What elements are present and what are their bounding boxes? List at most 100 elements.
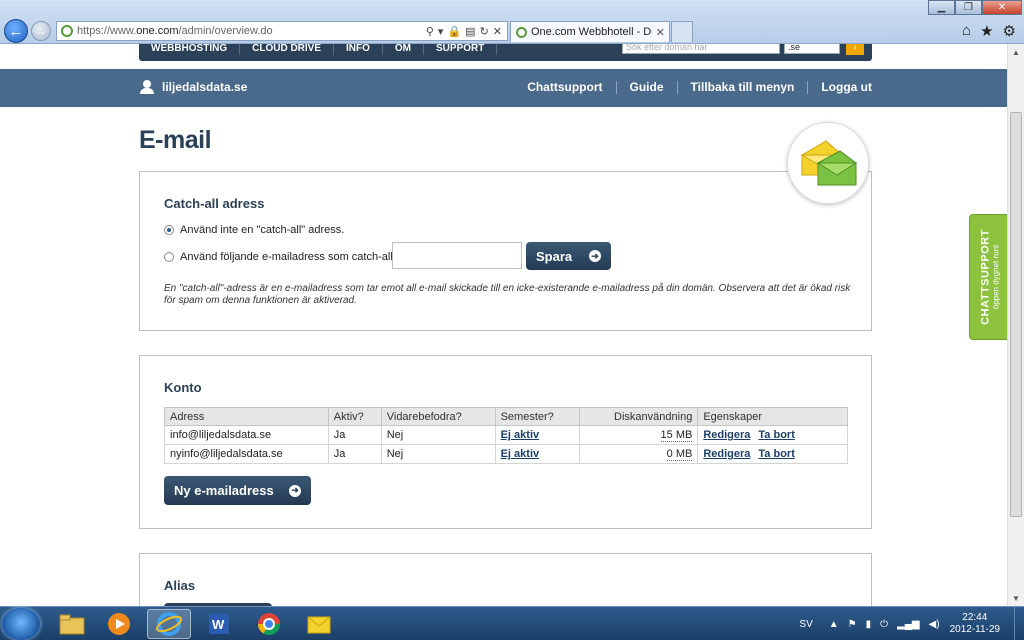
page-viewport: WEBBHOSTING CLOUD DRIVE INFO OM SUPPORT … — [0, 44, 1007, 606]
vacation-link[interactable]: Ej aktiv — [501, 429, 540, 441]
show-hidden-icons-icon[interactable]: ▲ — [829, 619, 839, 630]
device-icon[interactable]: ▮ — [866, 619, 872, 630]
cell-active: Ja — [327, 444, 382, 464]
language-indicator[interactable]: SV — [799, 619, 812, 630]
chrome-icon[interactable] — [247, 609, 291, 639]
link-logout[interactable]: Logga ut — [807, 81, 872, 94]
tld-select[interactable]: .se — [784, 44, 840, 54]
flag-icon[interactable]: ⚑ — [848, 619, 857, 630]
accounts-panel: Konto Adress Aktiv? Vidarebefodra? Semes… — [139, 355, 872, 529]
cell-properties: Redigera Ta bort — [697, 425, 848, 445]
forward-arrow-icon[interactable]: → — [31, 21, 51, 41]
power-icon[interactable]: ⏻ — [880, 619, 888, 630]
svg-text:W: W — [212, 617, 225, 632]
scroll-down-icon[interactable]: ▼ — [1008, 590, 1024, 606]
catchall-option-off[interactable]: Använd inte en "catch-all" adress. — [164, 224, 344, 236]
delete-link[interactable]: Ta bort — [758, 429, 794, 441]
volume-icon[interactable]: ◀) — [929, 619, 940, 630]
user-links: Chattsupport Guide Tillbaka till menyn L… — [514, 81, 872, 94]
account-domain[interactable]: liljedalsdata.se — [140, 80, 247, 94]
nav-om[interactable]: OM — [383, 44, 425, 55]
edit-link[interactable]: Redigera — [703, 448, 750, 460]
address-tools: ⚲ ▾ 🔒 ▤ ↻ ✕ — [426, 25, 502, 38]
search-go-button[interactable]: › — [846, 44, 864, 55]
maximize-button[interactable]: ❐ — [955, 0, 982, 15]
network-icon[interactable]: ▂▄▆ — [897, 619, 919, 630]
dropdown-icon[interactable]: ▾ — [438, 25, 444, 38]
site-favicon-icon — [61, 25, 73, 37]
stop-icon[interactable]: ✕ — [493, 25, 502, 38]
address-url[interactable]: https://www.one.com/admin/overview.do — [77, 25, 426, 37]
scroll-up-icon[interactable]: ▲ — [1008, 44, 1024, 60]
alias-panel: Alias — [139, 553, 872, 606]
back-arrow-icon[interactable]: ← — [4, 19, 28, 43]
internet-explorer-icon[interactable] — [147, 609, 191, 639]
page-title: E-mail — [139, 126, 212, 154]
show-desktop-button[interactable] — [1014, 607, 1024, 640]
catchall-address-input[interactable] — [392, 242, 522, 269]
new-email-button[interactable]: Ny e-mailadress ➜ — [164, 476, 311, 505]
search-icon[interactable]: ⚲ — [426, 25, 434, 38]
catchall-on-radio[interactable] — [164, 252, 174, 262]
col-address: Adress — [164, 407, 329, 426]
edit-link[interactable]: Redigera — [703, 429, 750, 441]
clock-time: 22:44 — [962, 612, 988, 623]
cell-disk-usage: 15 MB — [579, 425, 699, 445]
gear-icon[interactable]: ⚙ — [1003, 22, 1016, 40]
nav-info[interactable]: INFO — [334, 44, 383, 55]
window-controls: ▁ ❐ ✕ — [928, 0, 1022, 15]
browser-tab[interactable]: One.com Webbhotell - Do... ✕ — [510, 21, 670, 42]
tab-favicon-icon — [516, 26, 527, 38]
clock[interactable]: 22:44 2012-11-29 — [950, 612, 1000, 636]
col-forward: Vidarebefodra? — [380, 407, 496, 426]
catchall-option-on[interactable]: Använd följande e-mailadress som catch-a… — [164, 251, 393, 263]
close-window-button[interactable]: ✕ — [982, 0, 1022, 15]
mail-app-icon[interactable] — [297, 609, 341, 639]
delete-link[interactable]: Ta bort — [758, 448, 794, 460]
link-guide[interactable]: Guide — [615, 81, 677, 94]
favorites-star-icon[interactable]: ★ — [980, 22, 993, 40]
address-bar[interactable]: https://www.one.com/admin/overview.do ⚲ … — [56, 21, 508, 41]
word-icon[interactable]: W — [197, 609, 241, 639]
cell-vacation: Ej aktiv — [494, 444, 581, 464]
browser-tools: ⌂ ★ ⚙ — [962, 22, 1016, 40]
lock-icon[interactable]: 🔒 — [447, 25, 461, 38]
vertical-scrollbar[interactable]: ▲ ▼ — [1007, 44, 1024, 606]
home-icon[interactable]: ⌂ — [962, 22, 971, 40]
domain-search-input[interactable]: Sök efter domän här — [622, 44, 780, 54]
explorer-folder-icon[interactable] — [50, 609, 94, 639]
chat-support-tab[interactable]: CHATTSUPPORT öppen dygnet runt — [969, 214, 1007, 340]
windows-taskbar: W SV ▲ ⚑ ▮ ⏻ ▂▄▆ ◀) 22:44 2012-11-29 — [0, 606, 1024, 640]
col-properties: Egenskaper — [697, 407, 848, 426]
nav-cloud-drive[interactable]: CLOUD DRIVE — [240, 44, 335, 55]
col-vacation: Semester? — [494, 407, 581, 426]
arrow-right-icon: ➜ — [589, 250, 601, 262]
vacation-link[interactable]: Ej aktiv — [501, 448, 540, 460]
new-tab-button[interactable] — [671, 21, 693, 42]
link-back-to-menu[interactable]: Tillbaka till menyn — [676, 81, 808, 94]
save-button[interactable]: Spara ➜ — [526, 242, 611, 270]
media-player-icon[interactable] — [97, 609, 141, 639]
disk-usage-value: 0 MB — [666, 448, 693, 461]
table-row: info@liljedalsdata.se Ja Nej Ej aktiv 15… — [164, 425, 848, 445]
col-active: Aktiv? — [327, 407, 382, 426]
catchall-off-radio[interactable] — [164, 225, 174, 235]
account-domain-label: liljedalsdata.se — [162, 80, 248, 94]
catchall-heading: Catch-all adress — [164, 196, 265, 211]
top-nav-items: WEBBHOSTING CLOUD DRIVE INFO OM SUPPORT — [151, 44, 498, 55]
refresh-icon[interactable]: ↻ — [480, 25, 489, 38]
compatibility-icon[interactable]: ▤ — [465, 25, 475, 38]
chat-tab-title: CHATTSUPPORT — [979, 229, 992, 325]
cell-forward: Nej — [380, 444, 496, 464]
catchall-description: En "catch-all"-adress är en e-mailadress… — [164, 283, 851, 306]
nav-support[interactable]: SUPPORT — [424, 44, 498, 55]
tab-close-icon[interactable]: ✕ — [656, 26, 665, 39]
minimize-button[interactable]: ▁ — [928, 0, 955, 15]
tray-icons: ▲ ⚑ ▮ ⏻ ▂▄▆ ◀) — [829, 619, 940, 630]
cell-address: nyinfo@liljedalsdata.se — [164, 444, 329, 464]
start-button[interactable] — [2, 608, 40, 640]
catchall-off-label: Använd inte en "catch-all" adress. — [180, 224, 345, 236]
scrollbar-thumb[interactable] — [1010, 112, 1022, 517]
nav-webbhosting[interactable]: WEBBHOSTING — [151, 44, 241, 55]
link-chattsupport[interactable]: Chattsupport — [514, 81, 615, 94]
